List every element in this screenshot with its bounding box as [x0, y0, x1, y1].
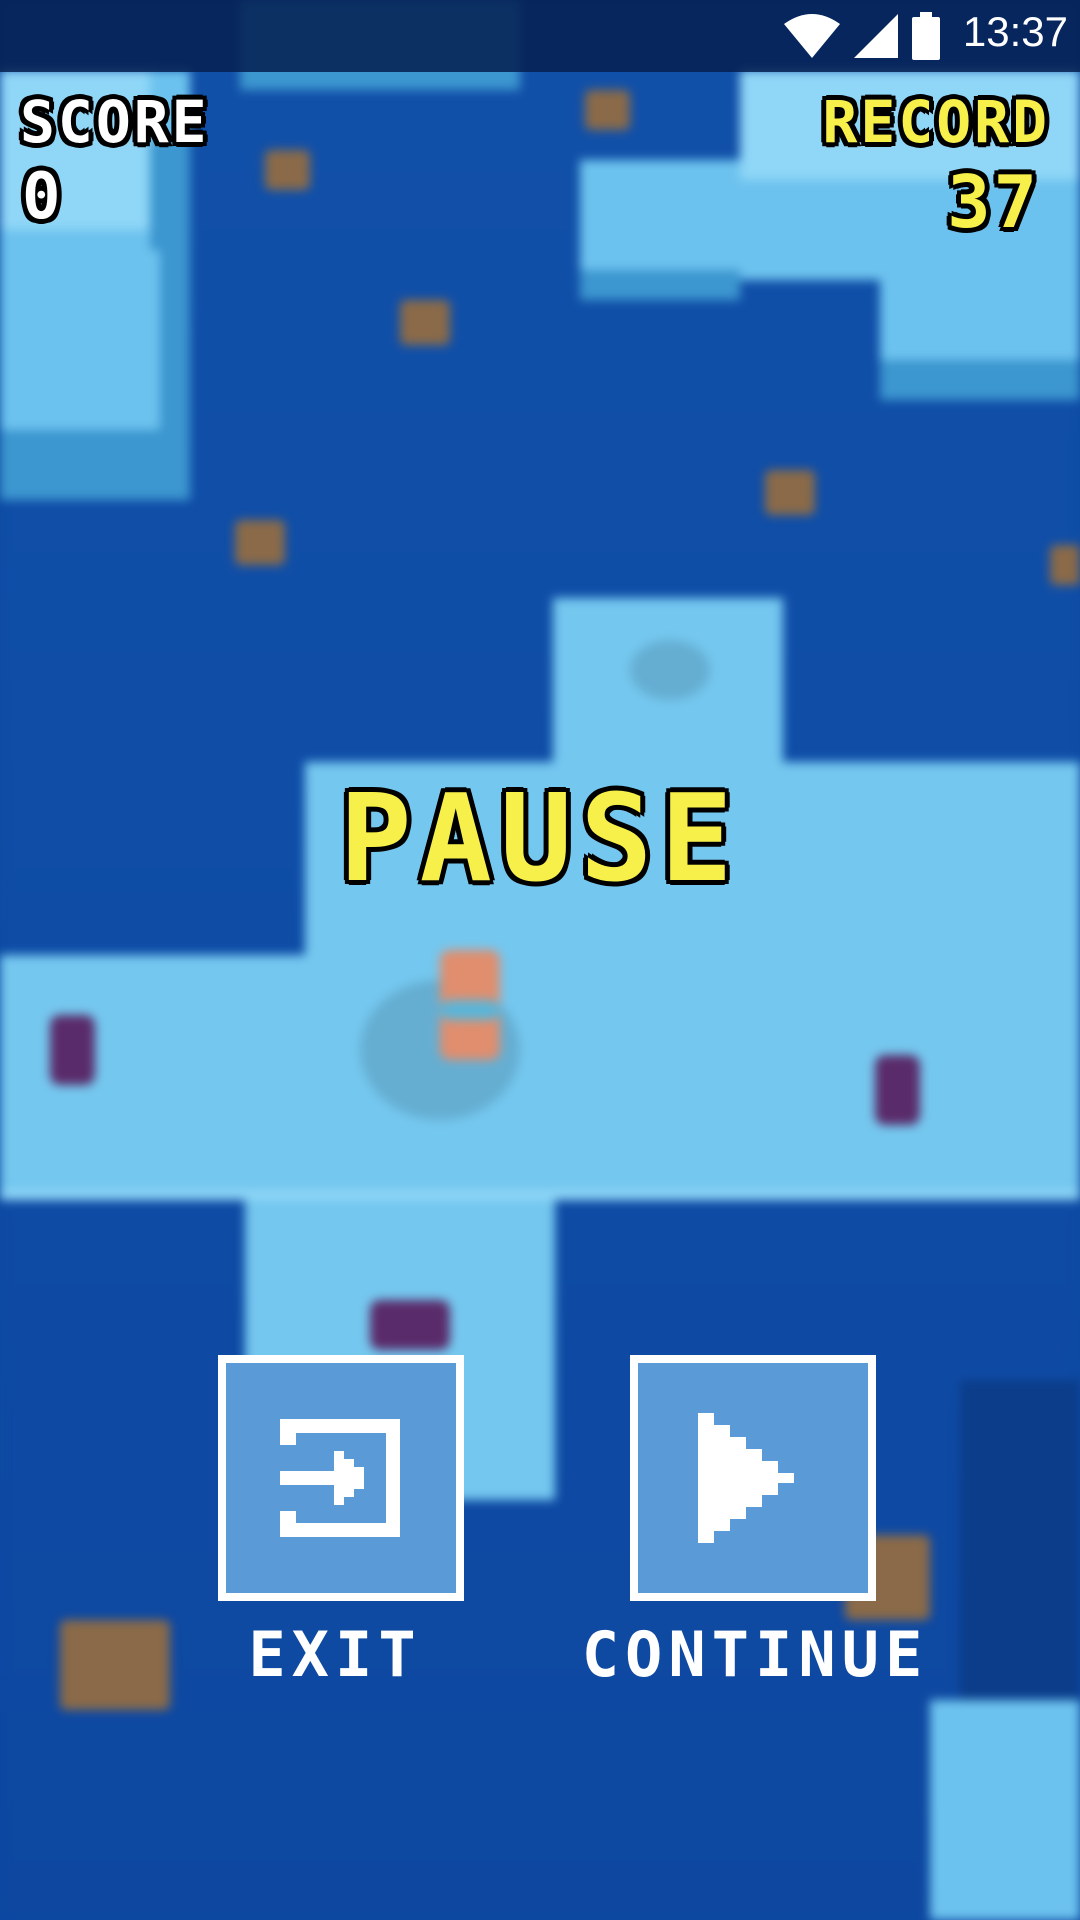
pause-title: PAUSE: [339, 770, 741, 909]
wifi-icon: [784, 14, 840, 58]
battery-icon: [912, 12, 940, 60]
play-icon: [698, 1413, 794, 1543]
exit-door-icon: [280, 1419, 400, 1537]
exit-button[interactable]: [218, 1355, 464, 1601]
record-value: 37: [947, 160, 1040, 244]
score-label: SCORE: [20, 88, 210, 156]
status-icons: [784, 12, 940, 60]
exit-label[interactable]: EXIT: [180, 1618, 490, 1691]
continue-label[interactable]: CONTINUE: [540, 1618, 970, 1691]
status-bar: 13:37: [0, 0, 1080, 72]
record-label: RECORD: [822, 88, 1050, 156]
score-value: 0: [22, 160, 64, 234]
cell-signal-icon: [854, 14, 898, 58]
status-time: 13:37: [962, 8, 1068, 55]
continue-button[interactable]: [630, 1355, 876, 1601]
